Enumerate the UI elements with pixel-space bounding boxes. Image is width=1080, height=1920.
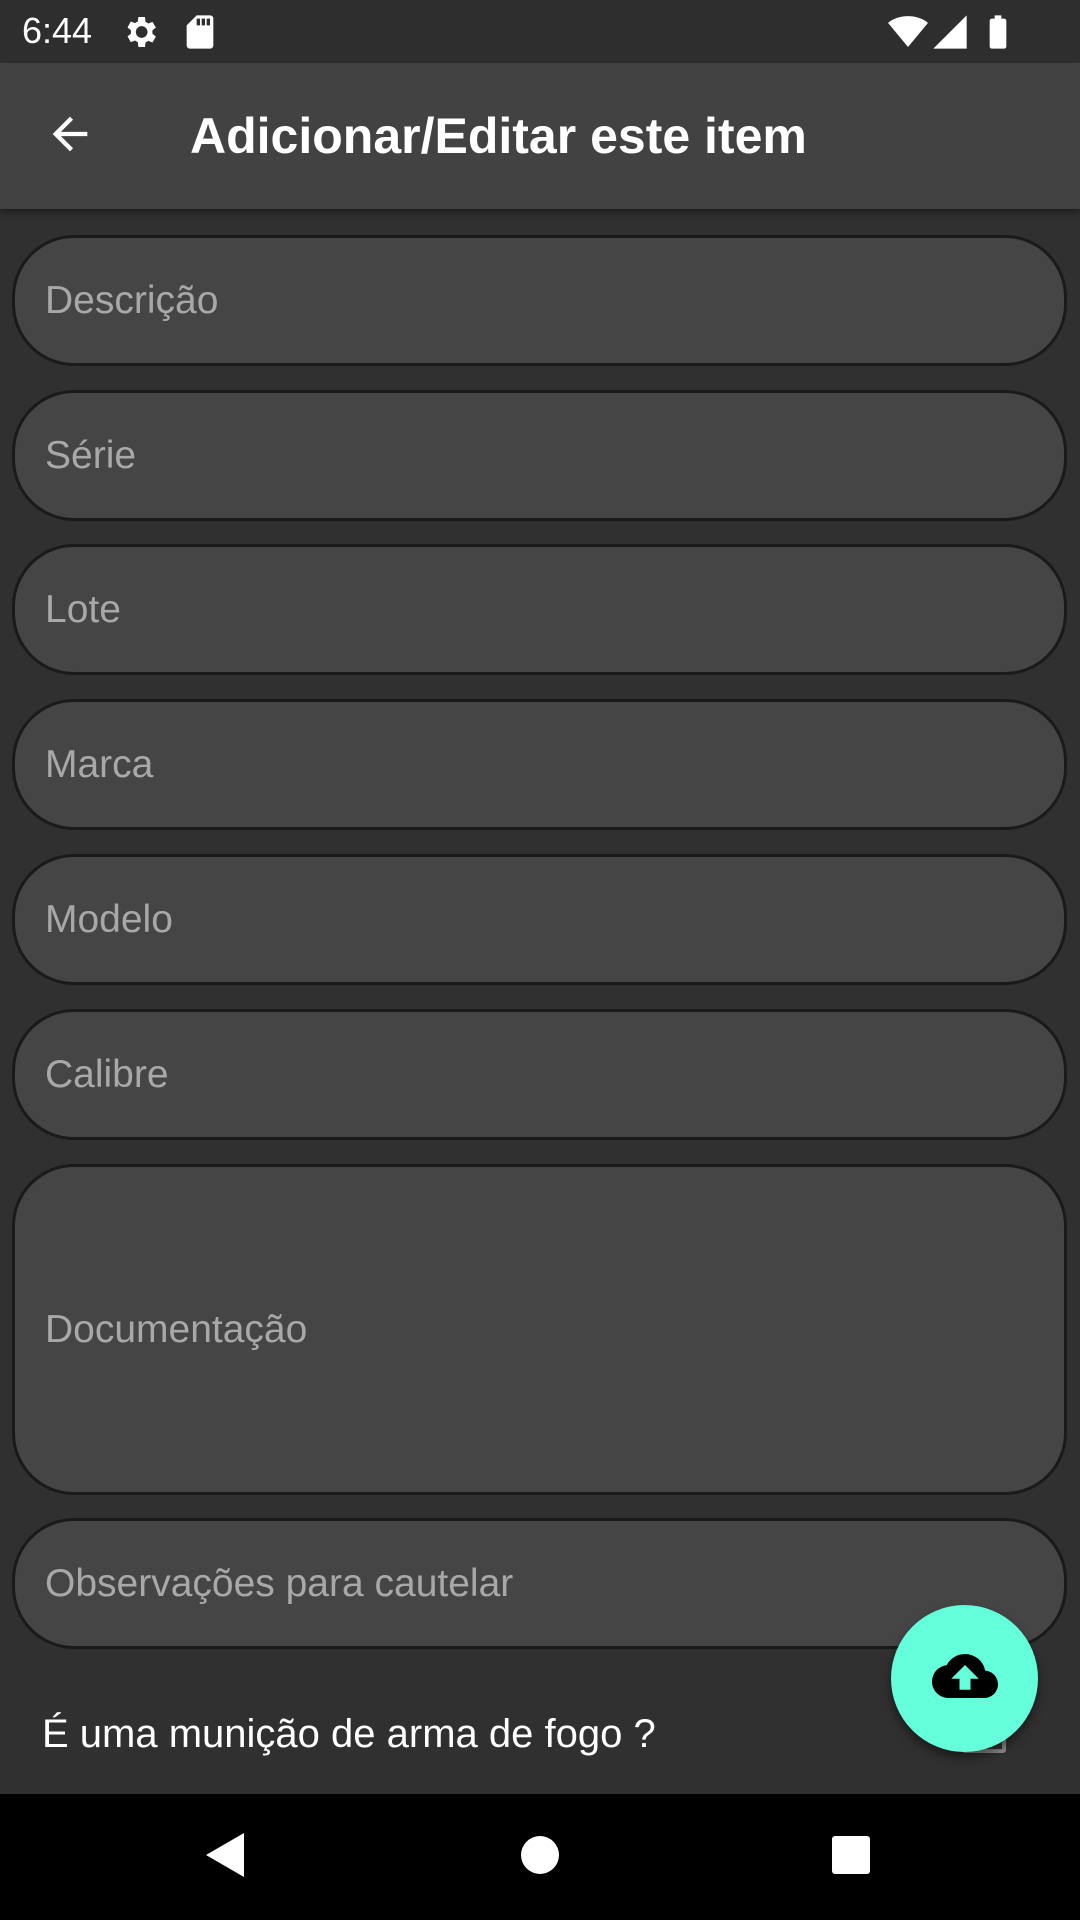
serie-field[interactable] xyxy=(12,390,1067,521)
sd-card-icon xyxy=(180,12,220,52)
app-bar: Adicionar/Editar este item xyxy=(0,63,1080,209)
lote-field[interactable] xyxy=(12,544,1067,675)
gear-icon xyxy=(120,12,160,52)
navigation-bar xyxy=(0,1794,1080,1920)
item-form: É uma munição de arma de fogo ? xyxy=(0,209,1080,1794)
marca-input[interactable] xyxy=(45,742,1005,787)
nav-back-button[interactable] xyxy=(195,1827,255,1887)
upload-fab-button[interactable] xyxy=(891,1605,1038,1752)
calibre-input[interactable] xyxy=(45,1052,1005,1097)
modelo-input[interactable] xyxy=(45,897,1005,942)
back-triangle-icon xyxy=(202,1830,248,1885)
documentacao-input[interactable] xyxy=(45,1307,1005,1352)
ammunition-checkbox-label: É uma munição de arma de fogo ? xyxy=(42,1712,656,1756)
battery-icon xyxy=(978,12,1018,52)
descricao-field[interactable] xyxy=(12,235,1067,366)
calibre-field[interactable] xyxy=(12,1009,1067,1140)
observacoes-input[interactable] xyxy=(45,1561,1005,1606)
arrow-back-icon xyxy=(44,108,96,165)
modelo-field[interactable] xyxy=(12,854,1067,985)
lote-input[interactable] xyxy=(45,587,1005,632)
signal-icon xyxy=(930,12,970,52)
status-bar: 6:44 xyxy=(0,0,1080,63)
recents-square-icon xyxy=(830,1834,872,1881)
screen: 6:44 Adicionar/Editar este item Descriçã… xyxy=(0,0,1080,1920)
serie-input[interactable] xyxy=(45,433,1005,478)
home-circle-icon xyxy=(518,1833,562,1882)
nav-home-button[interactable] xyxy=(510,1827,570,1887)
descricao-input[interactable] xyxy=(45,278,1005,323)
back-button[interactable] xyxy=(30,96,110,176)
cloud-upload-icon xyxy=(931,1643,998,1714)
nav-recents-button[interactable] xyxy=(821,1827,881,1887)
status-time: 6:44 xyxy=(22,10,93,51)
marca-field[interactable] xyxy=(12,699,1067,830)
wifi-icon xyxy=(888,12,928,52)
documentacao-field[interactable] xyxy=(12,1164,1067,1495)
page-title: Adicionar/Editar este item xyxy=(190,108,807,164)
